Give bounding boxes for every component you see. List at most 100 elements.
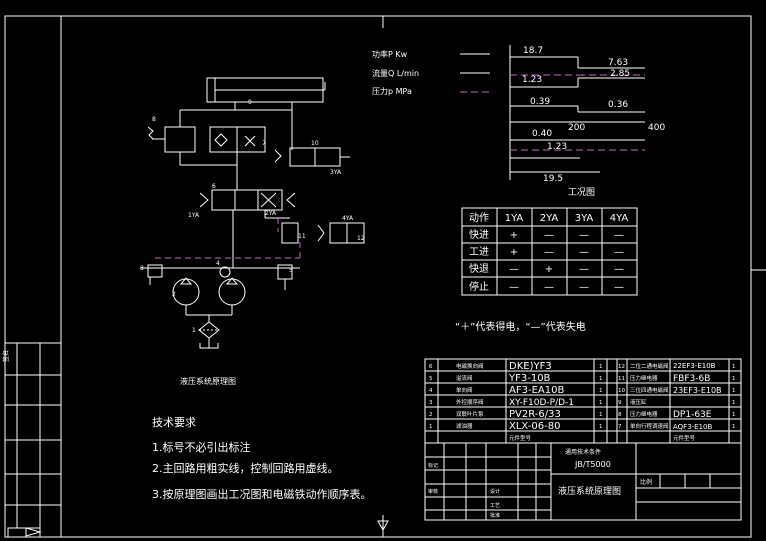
condition-chart-legend: 功率P Kw 流量Q L/min 压力p MPa bbox=[372, 49, 490, 96]
pump-2b bbox=[218, 278, 246, 306]
svg-text:—: — bbox=[579, 230, 589, 241]
svg-text:1: 1 bbox=[599, 376, 603, 382]
svg-text:22EF3-E10B: 22EF3-E10B bbox=[673, 362, 716, 370]
svg-text:+: + bbox=[510, 247, 518, 258]
svg-text:8: 8 bbox=[152, 116, 156, 123]
svg-text:4: 4 bbox=[216, 260, 220, 267]
svg-text:9: 9 bbox=[618, 400, 622, 406]
svg-text:功率P Kw: 功率P Kw bbox=[372, 49, 408, 59]
svg-text:18.7: 18.7 bbox=[523, 46, 543, 56]
svg-text:快退: 快退 bbox=[469, 263, 489, 275]
svg-text:压力继电器: 压力继电器 bbox=[630, 410, 658, 418]
svg-text:液压缸: 液压缸 bbox=[630, 398, 647, 406]
svg-text:设计: 设计 bbox=[490, 488, 500, 495]
svg-text:1: 1 bbox=[599, 424, 603, 430]
svg-text:1: 1 bbox=[599, 412, 603, 418]
bom-text: 6 电磁换向阀 DKE)YF3 1 12 二位二通电磁阀 22EF3-E10B … bbox=[429, 361, 736, 442]
svg-text:动作: 动作 bbox=[469, 212, 489, 224]
svg-text:1.23: 1.23 bbox=[547, 142, 567, 152]
svg-text:外控顺序阀: 外控顺序阀 bbox=[456, 398, 484, 406]
svg-text:0.36: 0.36 bbox=[608, 100, 628, 110]
svg-text:2YA: 2YA bbox=[265, 210, 277, 217]
svg-text:3YA: 3YA bbox=[330, 169, 342, 176]
svg-text:1: 1 bbox=[599, 364, 603, 370]
svg-text:PV2R-6/33: PV2R-6/33 bbox=[509, 409, 561, 420]
svg-text:工进: 工进 bbox=[469, 246, 489, 258]
tech-item-2: 2.主回路用粗实线，控制回路用虚线。 bbox=[152, 461, 339, 475]
svg-text:XLX-06-80: XLX-06-80 bbox=[509, 421, 560, 432]
svg-text:7: 7 bbox=[618, 424, 622, 430]
svg-text:单向行程调速阀: 单向行程调速阀 bbox=[630, 422, 669, 430]
svg-text:4YA: 4YA bbox=[610, 213, 629, 224]
svg-text:—: — bbox=[509, 282, 519, 293]
valve-8 bbox=[164, 126, 196, 153]
svg-text:1: 1 bbox=[429, 424, 433, 430]
svg-text:6: 6 bbox=[212, 183, 216, 190]
svg-text:12: 12 bbox=[618, 364, 625, 370]
svg-text:9: 9 bbox=[248, 99, 252, 106]
svg-text:1: 1 bbox=[732, 424, 736, 430]
svg-text:1: 1 bbox=[599, 400, 603, 406]
svg-text:0.40: 0.40 bbox=[532, 129, 552, 139]
svg-text:2: 2 bbox=[172, 291, 176, 298]
svg-text:—: — bbox=[614, 264, 624, 275]
svg-text:YF3-10B: YF3-10B bbox=[508, 373, 551, 384]
svg-text:0.39: 0.39 bbox=[530, 97, 550, 107]
solenoid-note: “＋”代表得电，“—”代表失电 bbox=[455, 320, 586, 333]
svg-text:批准: 批准 bbox=[490, 512, 500, 519]
schematic-caption: 液压系统原理图 bbox=[180, 376, 236, 386]
svg-text:电磁换向阀: 电磁换向阀 bbox=[456, 362, 484, 370]
side-panel bbox=[5, 342, 61, 528]
svg-text:11: 11 bbox=[618, 376, 625, 382]
svg-text:1YA: 1YA bbox=[188, 212, 200, 219]
svg-text:DP1-63E: DP1-63E bbox=[673, 410, 712, 420]
svg-text:23EF3-E10B: 23EF3-E10B bbox=[673, 386, 722, 395]
chart-caption: 工况图 bbox=[568, 187, 595, 198]
valve-6 bbox=[211, 189, 283, 211]
svg-text:400: 400 bbox=[648, 123, 665, 133]
tech-item-1: 1.标号不必引出标注 bbox=[152, 440, 251, 454]
svg-text:10: 10 bbox=[618, 388, 625, 394]
svg-text:—: — bbox=[509, 264, 519, 275]
svg-text:压力继电器: 压力继电器 bbox=[630, 374, 658, 382]
svg-text:AQF3-E10B: AQF3-E10B bbox=[673, 423, 713, 431]
valve-11 bbox=[281, 222, 299, 244]
tech-item-3: 3.按原理图画出工况图和电磁铁动作顺序表。 bbox=[152, 487, 372, 501]
svg-text:1: 1 bbox=[732, 364, 736, 370]
valve-3 bbox=[147, 264, 163, 278]
svg-text:液压系统原理图: 液压系统原理图 bbox=[558, 485, 621, 497]
svg-text:XY-F10D-P/D-1: XY-F10D-P/D-1 bbox=[509, 398, 574, 408]
svg-text:2YA: 2YA bbox=[540, 213, 559, 224]
svg-text:元件型号: 元件型号 bbox=[509, 434, 532, 442]
control-lines bbox=[155, 218, 301, 259]
tech-title: 技术要求 bbox=[152, 416, 196, 429]
svg-text:1YA: 1YA bbox=[505, 213, 524, 224]
svg-text:三位四通电磁阀: 三位四通电磁阀 bbox=[630, 386, 669, 394]
svg-text:停止: 停止 bbox=[469, 280, 489, 293]
svg-text:12: 12 bbox=[357, 235, 365, 242]
svg-text:—: — bbox=[579, 247, 589, 258]
svg-text:11: 11 bbox=[298, 233, 306, 240]
svg-text:5: 5 bbox=[429, 376, 433, 382]
svg-text:流量Q L/min: 流量Q L/min bbox=[372, 68, 419, 78]
svg-text:8: 8 bbox=[618, 412, 622, 418]
svg-text:1: 1 bbox=[599, 388, 603, 394]
schematic-labels: 9 8 7 10 3YA 6 1YA 2YA 11 4YA 12 3 4 5 2… bbox=[140, 99, 365, 334]
svg-text:2.85: 2.85 bbox=[610, 69, 630, 79]
svg-text:比例: 比例 bbox=[640, 478, 652, 486]
svg-text:3YA: 3YA bbox=[575, 213, 594, 224]
svg-text:JB/T5000: JB/T5000 bbox=[574, 460, 611, 469]
hydraulic-schematic bbox=[140, 77, 365, 349]
svg-text:—: — bbox=[614, 282, 624, 293]
svg-text:工艺: 工艺 bbox=[490, 503, 500, 509]
svg-text:—: — bbox=[614, 230, 624, 241]
svg-text:7: 7 bbox=[262, 140, 266, 147]
svg-text:4YA: 4YA bbox=[342, 215, 354, 222]
svg-text:快进: 快进 bbox=[469, 229, 489, 241]
svg-text:1.23: 1.23 bbox=[522, 75, 542, 85]
chart-values: 18.7 7.63 2.85 1.23 0.39 0.36 200 400 0.… bbox=[522, 46, 665, 184]
svg-text:1: 1 bbox=[732, 376, 736, 382]
svg-text:—: — bbox=[544, 247, 554, 258]
svg-text:3: 3 bbox=[429, 400, 433, 406]
svg-text:通用技术条件: 通用技术条件 bbox=[565, 448, 601, 456]
